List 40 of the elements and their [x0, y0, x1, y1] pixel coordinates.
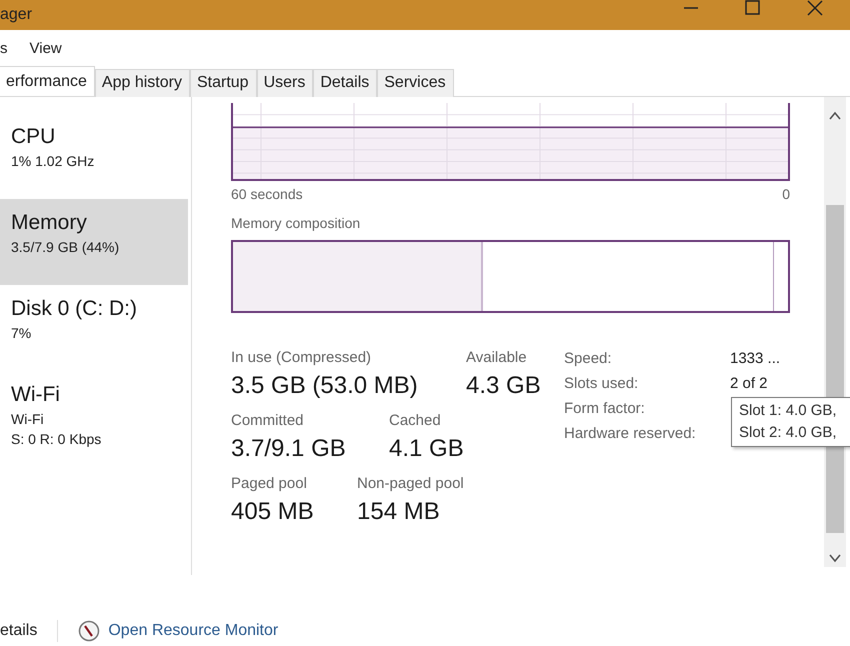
- stat-value: 4.3 GB: [466, 372, 541, 400]
- stat-value: 3.5 GB (53.0 MB): [231, 372, 418, 400]
- stat-label: Available: [466, 349, 527, 366]
- stat-value: 4.1 GB: [389, 435, 464, 463]
- sidebar-item[interactable]: Wi-Fi Wi-Fi S: 0 R: 0 Kbps: [0, 371, 188, 457]
- sidebar-item[interactable]: CPU 1% 1.02 GHz: [0, 113, 188, 199]
- fewer-details-link[interactable]: etails: [0, 622, 38, 640]
- window-title: ager: [0, 6, 32, 24]
- scroll-up-icon[interactable]: [829, 111, 841, 121]
- sidebar-item[interactable]: Disk 0 (C: D:) 7%: [0, 285, 188, 371]
- sidebar-item[interactable]: Memory 3.5/7.9 GB (44%): [0, 199, 188, 285]
- detail-value: 1333 ...: [730, 350, 780, 367]
- stat-value: 405 MB: [231, 498, 314, 526]
- tab[interactable]: App history: [94, 69, 190, 97]
- axis-label: 60 seconds: [231, 186, 303, 202]
- stat-label: Non-paged pool: [357, 475, 464, 492]
- menu-item[interactable]: View: [30, 40, 62, 56]
- detail-label: Form factor:: [564, 400, 645, 417]
- tooltip: Slot 1: 4.0 GB, Slot 2: 4.0 GB,: [731, 397, 850, 447]
- section-title: Memory composition: [231, 215, 360, 231]
- stat-label: In use (Compressed): [231, 349, 372, 366]
- detail-label: Speed:: [564, 350, 612, 367]
- scroll-down-icon[interactable]: [829, 553, 841, 563]
- axis-label: 0: [782, 186, 790, 202]
- stat-value: 154 MB: [357, 498, 440, 526]
- tab[interactable]: Details: [313, 69, 378, 97]
- stat-label: Committed: [231, 412, 304, 429]
- stat-label: Cached: [389, 412, 441, 429]
- tab[interactable]: Users: [256, 69, 314, 97]
- detail-label: Hardware reserved:: [564, 425, 696, 442]
- tab[interactable]: Startup: [190, 69, 257, 97]
- resource-monitor-link[interactable]: Open Resource Monitor: [108, 622, 278, 640]
- stat-value: 3.7/9.1 GB: [231, 435, 346, 463]
- menu-item[interactable]: s: [0, 40, 8, 56]
- gauge-icon: [78, 620, 100, 642]
- detail-label: Slots used:: [564, 375, 638, 392]
- detail-value: 2 of 2: [730, 375, 768, 392]
- tab[interactable]: Services: [377, 69, 454, 97]
- tab[interactable]: erformance: [0, 66, 95, 96]
- stat-label: Paged pool: [231, 475, 307, 492]
